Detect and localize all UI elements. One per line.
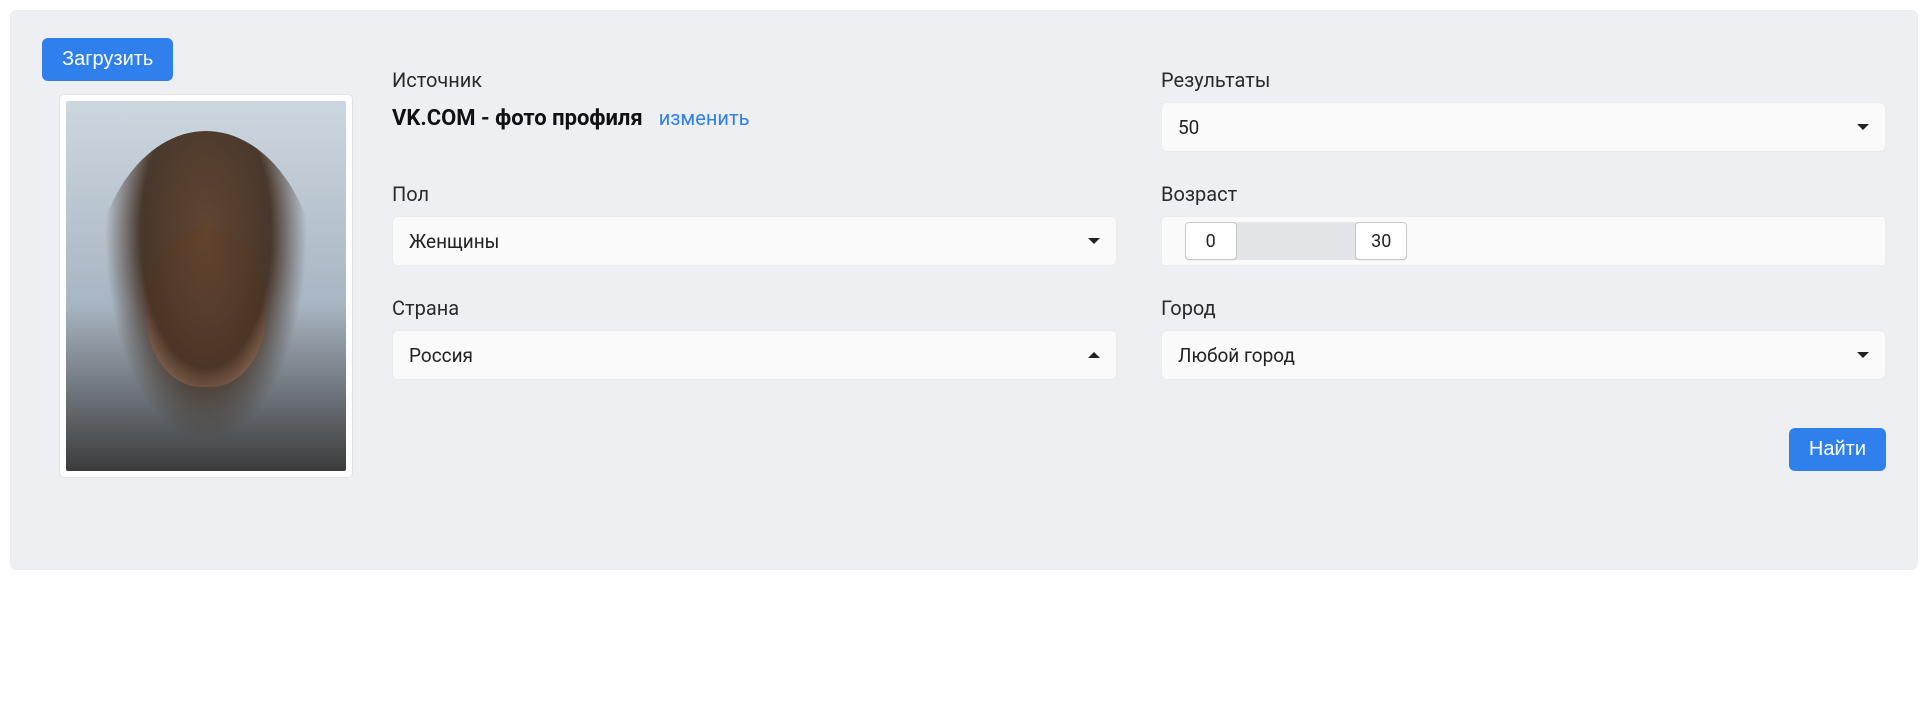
city-value: Любой город [1178, 344, 1295, 367]
city-select[interactable]: Любой город [1161, 330, 1886, 380]
gender-value: Женщины [409, 230, 499, 253]
age-label: Возраст [1161, 182, 1886, 206]
country-field: Страна Россия [392, 296, 1117, 380]
country-label: Страна [392, 296, 1117, 320]
right-column: Источник VK.COM - фото профиля изменить … [392, 38, 1886, 471]
search-button[interactable]: Найти [1789, 428, 1886, 471]
country-value: Россия [409, 344, 473, 367]
left-column: Загрузить [42, 38, 352, 477]
source-value: VK.COM - фото профиля [392, 106, 643, 131]
results-value: 50 [1178, 116, 1199, 139]
city-label: Город [1161, 296, 1886, 320]
source-label: Источник [392, 68, 1117, 92]
country-select[interactable]: Россия [392, 330, 1117, 380]
age-slider-track: 0 30 [1168, 222, 1879, 260]
gender-field: Пол Женщины [392, 182, 1117, 266]
form-grid: Источник VK.COM - фото профиля изменить … [392, 68, 1886, 380]
chevron-down-icon [1857, 124, 1869, 130]
search-panel: Загрузить Источник VK.COM - фото профиля… [10, 10, 1918, 570]
photo-frame [60, 95, 352, 477]
source-row: VK.COM - фото профиля изменить [392, 106, 1117, 131]
chevron-down-icon [1088, 238, 1100, 244]
age-slider-handle-max[interactable]: 30 [1355, 222, 1407, 260]
results-select[interactable]: 50 [1161, 102, 1886, 152]
age-range-slider[interactable]: 0 30 [1161, 216, 1886, 266]
change-source-link[interactable]: изменить [659, 106, 750, 130]
chevron-up-icon [1088, 352, 1100, 358]
actions-row: Найти [392, 428, 1886, 471]
upload-button[interactable]: Загрузить [42, 38, 173, 81]
source-field: Источник VK.COM - фото профиля изменить [392, 68, 1117, 152]
age-slider-handle-min[interactable]: 0 [1185, 222, 1237, 260]
age-field: Возраст 0 30 [1161, 182, 1886, 266]
gender-select[interactable]: Женщины [392, 216, 1117, 266]
city-field: Город Любой город [1161, 296, 1886, 380]
uploaded-photo[interactable] [66, 101, 346, 471]
gender-label: Пол [392, 182, 1117, 206]
results-label: Результаты [1161, 68, 1886, 92]
chevron-down-icon [1857, 352, 1869, 358]
results-field: Результаты 50 [1161, 68, 1886, 152]
